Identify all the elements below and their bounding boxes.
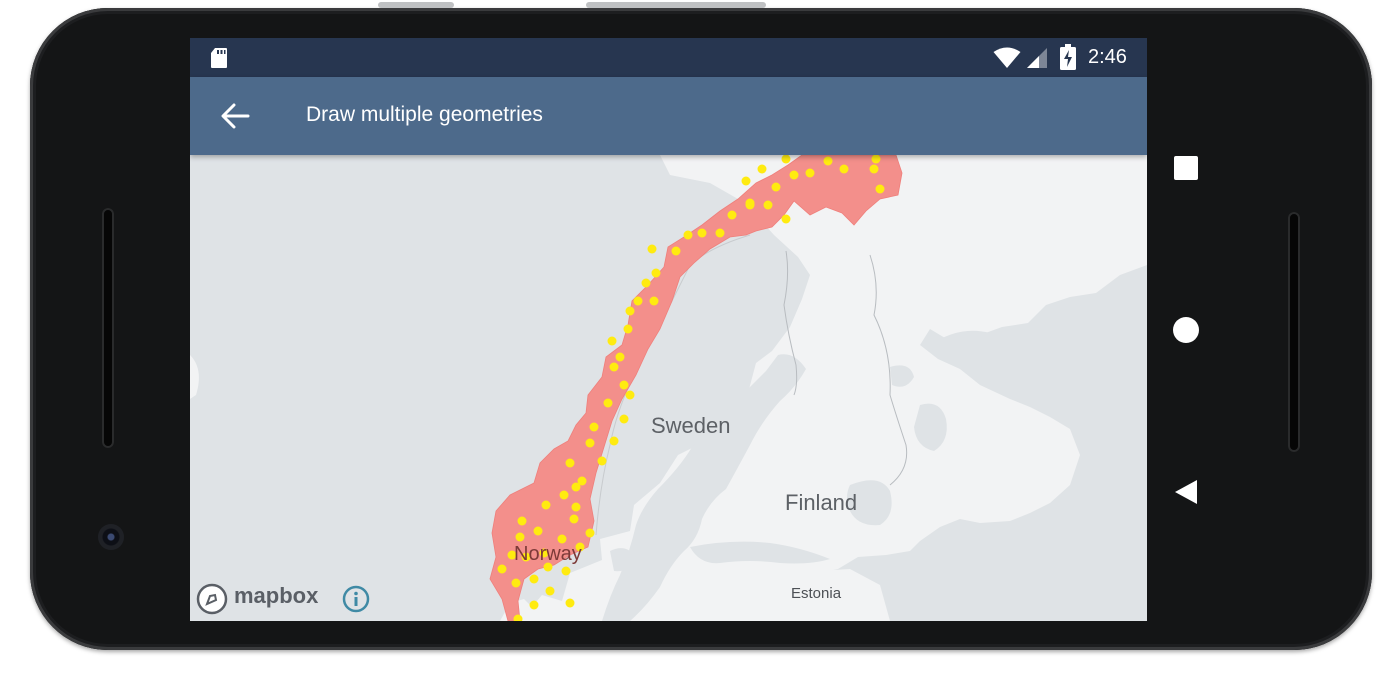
marker-point[interactable] bbox=[625, 390, 635, 400]
map-canvas[interactable] bbox=[190, 155, 1147, 621]
marker-point[interactable] bbox=[615, 352, 625, 362]
marker-point[interactable] bbox=[559, 490, 569, 500]
marker-point[interactable] bbox=[697, 228, 707, 238]
back-triangle-icon[interactable] bbox=[1158, 464, 1214, 520]
marker-point[interactable] bbox=[603, 398, 613, 408]
marker-point[interactable] bbox=[585, 528, 595, 538]
app-bar: Draw multiple geometries bbox=[190, 77, 1147, 155]
marker-point[interactable] bbox=[763, 200, 773, 210]
page-title: Draw multiple geometries bbox=[306, 103, 543, 126]
marker-point[interactable] bbox=[571, 482, 581, 492]
island-gotland bbox=[712, 575, 728, 607]
marker-point[interactable] bbox=[641, 278, 651, 288]
marker-point[interactable] bbox=[585, 438, 595, 448]
marker-point[interactable] bbox=[757, 164, 767, 174]
marker-point[interactable] bbox=[683, 230, 693, 240]
front-camera bbox=[98, 524, 124, 550]
marker-point[interactable] bbox=[741, 176, 751, 186]
marker-point[interactable] bbox=[597, 456, 607, 466]
marker-point[interactable] bbox=[839, 164, 849, 174]
arrow-back-icon[interactable] bbox=[220, 102, 250, 130]
marker-point[interactable] bbox=[541, 500, 551, 510]
marker-point[interactable] bbox=[625, 306, 635, 316]
mapbox-logo-text: mapbox bbox=[234, 583, 319, 608]
marker-point[interactable] bbox=[589, 422, 599, 432]
marker-point[interactable] bbox=[823, 156, 833, 166]
marker-point[interactable] bbox=[671, 246, 681, 256]
phone-top-button-right bbox=[586, 2, 766, 8]
marker-point[interactable] bbox=[545, 586, 555, 596]
battery-charging-icon bbox=[1060, 44, 1076, 70]
speaker-grille-left bbox=[102, 208, 114, 448]
marker-point[interactable] bbox=[529, 574, 539, 584]
label-norway: Norway bbox=[514, 543, 582, 565]
marker-point[interactable] bbox=[715, 228, 725, 238]
marker-point[interactable] bbox=[515, 532, 525, 542]
label-finland: Finland bbox=[785, 490, 858, 515]
info-icon[interactable] bbox=[342, 585, 370, 613]
mapbox-logo-icon bbox=[196, 583, 228, 615]
marker-point[interactable] bbox=[869, 164, 879, 174]
status-time: 2:46 bbox=[1088, 46, 1127, 68]
wifi-icon bbox=[993, 47, 1021, 68]
marker-point[interactable] bbox=[875, 184, 885, 194]
speaker-grille-right bbox=[1288, 212, 1300, 452]
signal-icon bbox=[1027, 48, 1047, 68]
home-circle-icon[interactable] bbox=[1158, 302, 1214, 358]
marker-point[interactable] bbox=[529, 600, 539, 610]
marker-point[interactable] bbox=[789, 170, 799, 180]
marker-point[interactable] bbox=[517, 516, 527, 526]
label-sweden: Sweden bbox=[651, 413, 731, 438]
marker-point[interactable] bbox=[781, 214, 791, 224]
navigation-bar bbox=[1158, 140, 1214, 520]
marker-point[interactable] bbox=[565, 598, 575, 608]
marker-point[interactable] bbox=[633, 296, 643, 306]
marker-point[interactable] bbox=[609, 362, 619, 372]
marker-point[interactable] bbox=[511, 578, 521, 588]
sd-card-icon bbox=[211, 48, 227, 68]
status-bar: 2:46 bbox=[190, 38, 1147, 77]
marker-point[interactable] bbox=[647, 244, 657, 254]
marker-point[interactable] bbox=[805, 168, 815, 178]
phone-screen: 2:46 Draw multiple geometries Sweden Fin… bbox=[190, 38, 1147, 621]
marker-point[interactable] bbox=[561, 566, 571, 576]
marker-point[interactable] bbox=[571, 502, 581, 512]
marker-point[interactable] bbox=[623, 324, 633, 334]
marker-point[interactable] bbox=[533, 526, 543, 536]
marker-point[interactable] bbox=[727, 210, 737, 220]
marker-point[interactable] bbox=[607, 336, 617, 346]
marker-point[interactable] bbox=[497, 564, 507, 574]
marker-point[interactable] bbox=[745, 200, 755, 210]
recents-square-icon[interactable] bbox=[1158, 140, 1214, 196]
marker-point[interactable] bbox=[565, 458, 575, 468]
marker-point[interactable] bbox=[651, 268, 661, 278]
marker-point[interactable] bbox=[569, 514, 579, 524]
map-view[interactable]: Sweden Finland Norway Estonia mapbox bbox=[190, 155, 1147, 621]
phone-top-button-left bbox=[378, 2, 454, 8]
label-estonia: Estonia bbox=[791, 585, 842, 602]
marker-point[interactable] bbox=[619, 380, 629, 390]
marker-point[interactable] bbox=[649, 296, 659, 306]
island-oland bbox=[656, 599, 664, 619]
marker-point[interactable] bbox=[619, 414, 629, 424]
marker-point[interactable] bbox=[609, 436, 619, 446]
marker-point[interactable] bbox=[771, 182, 781, 192]
